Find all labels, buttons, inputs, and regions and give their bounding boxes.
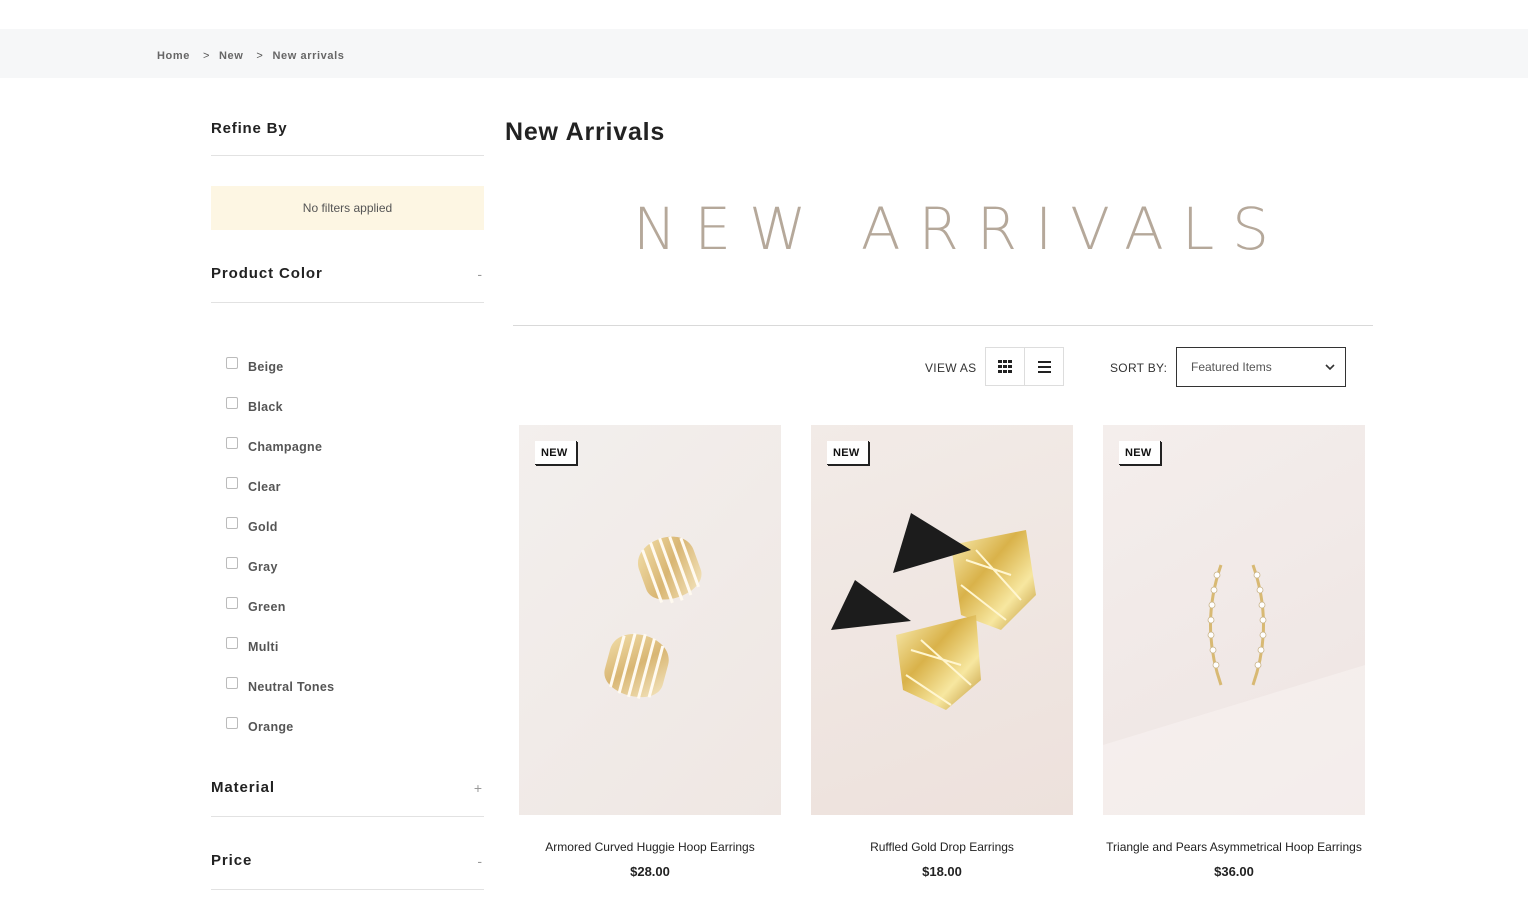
checkbox[interactable]	[226, 556, 238, 569]
product-image[interactable]: NEW	[519, 425, 781, 815]
grid-view-button[interactable]	[985, 347, 1025, 386]
breadcrumb-new-arrivals[interactable]: New arrivals	[272, 50, 344, 62]
facet-title: Product Color	[211, 265, 323, 282]
product-name[interactable]: Armored Curved Huggie Hoop Earrings	[519, 840, 781, 854]
color-option-label[interactable]: Neutral Tones	[248, 680, 334, 694]
color-option-orange[interactable]: Orange	[226, 705, 484, 745]
breadcrumb-separator: >	[202, 50, 210, 62]
breadcrumb-separator: >	[256, 50, 264, 62]
color-option-label[interactable]: Clear	[248, 480, 281, 494]
grid-icon	[998, 360, 1012, 373]
collapse-icon[interactable]: -	[477, 853, 482, 869]
facet-product-color-header[interactable]: Product Color -	[211, 265, 484, 303]
breadcrumb-new[interactable]: New	[219, 50, 243, 62]
product-image[interactable]: NEW	[1103, 425, 1365, 815]
color-option-champagne[interactable]: Champagne	[226, 425, 484, 465]
chevron-down-icon	[1325, 363, 1335, 370]
breadcrumb-home[interactable]: Home	[157, 50, 190, 62]
refine-by-heading: Refine By	[211, 110, 484, 156]
product-card[interactable]: NEW Ruffled Gold Drop Earrings $18.00	[811, 425, 1073, 879]
color-option-label[interactable]: Champagne	[248, 440, 322, 454]
color-option-label[interactable]: Gray	[248, 560, 278, 574]
new-badge: NEW	[827, 441, 869, 465]
color-option-label[interactable]: Multi	[248, 640, 279, 654]
collapse-icon[interactable]: -	[477, 266, 482, 282]
filter-sidebar: Refine By No filters applied Product Col…	[211, 110, 484, 890]
product-name[interactable]: Ruffled Gold Drop Earrings	[811, 840, 1073, 854]
product-card[interactable]: NEW Triangle and Pears Asymmetrical Hoop…	[1103, 425, 1365, 879]
sort-select[interactable]: Featured Items	[1176, 347, 1346, 387]
list-view-button[interactable]	[1024, 347, 1064, 386]
page-title: New Arrivals	[505, 118, 666, 146]
checkbox[interactable]	[226, 436, 238, 449]
color-option-beige[interactable]: Beige	[226, 345, 484, 385]
divider	[513, 325, 1373, 326]
checkbox[interactable]	[226, 396, 238, 409]
checkbox[interactable]	[226, 356, 238, 369]
color-option-neutral-tones[interactable]: Neutral Tones	[226, 665, 484, 705]
hoop-earrings-image	[1103, 564, 1365, 815]
color-option-label[interactable]: Orange	[248, 720, 294, 734]
checkbox[interactable]	[226, 716, 238, 729]
color-option-multi[interactable]: Multi	[226, 625, 484, 665]
product-price: $36.00	[1214, 864, 1254, 879]
breadcrumb: Home > New > New arrivals	[157, 50, 344, 62]
ruffled-earrings-image	[831, 513, 1036, 710]
product-name[interactable]: Triangle and Pears Asymmetrical Hoop Ear…	[1103, 840, 1365, 854]
checkbox[interactable]	[226, 476, 238, 489]
facet-title: Price	[211, 852, 253, 869]
color-options-list: Beige Black Champagne Clear Gold Gray Gr…	[211, 345, 484, 745]
huggie-earrings-image	[604, 536, 702, 699]
facet-material-header[interactable]: Material +	[211, 777, 484, 817]
checkbox[interactable]	[226, 516, 238, 529]
product-card[interactable]: NEW Armored Curved Huggie Hoop Earrings …	[519, 425, 781, 879]
facet-price-header[interactable]: Price -	[211, 850, 484, 890]
sort-by-label: SORT BY:	[1110, 361, 1168, 375]
color-option-gray[interactable]: Gray	[226, 545, 484, 585]
color-option-black[interactable]: Black	[226, 385, 484, 425]
color-option-label[interactable]: Beige	[248, 360, 284, 374]
sort-selected-value: Featured Items	[1191, 360, 1272, 374]
checkbox[interactable]	[226, 596, 238, 609]
product-price: $18.00	[922, 864, 962, 879]
view-as-label: VIEW AS	[925, 361, 977, 375]
no-filters-notice: No filters applied	[211, 186, 484, 230]
facet-title: Material	[211, 779, 275, 796]
color-option-green[interactable]: Green	[226, 585, 484, 625]
color-option-label[interactable]: Black	[248, 400, 283, 414]
top-bar	[0, 0, 1528, 29]
checkbox[interactable]	[226, 636, 238, 649]
product-price: $28.00	[630, 864, 670, 879]
new-arrivals-banner: NEW ARRIVALS	[633, 195, 1287, 263]
color-option-clear[interactable]: Clear	[226, 465, 484, 505]
color-option-label[interactable]: Green	[248, 600, 286, 614]
color-option-label[interactable]: Gold	[248, 520, 278, 534]
list-icon	[1037, 360, 1051, 373]
expand-icon[interactable]: +	[474, 780, 482, 796]
color-option-gold[interactable]: Gold	[226, 505, 484, 545]
new-badge: NEW	[1119, 441, 1161, 465]
new-badge: NEW	[535, 441, 577, 465]
checkbox[interactable]	[226, 676, 238, 689]
product-image[interactable]: NEW	[811, 425, 1073, 815]
